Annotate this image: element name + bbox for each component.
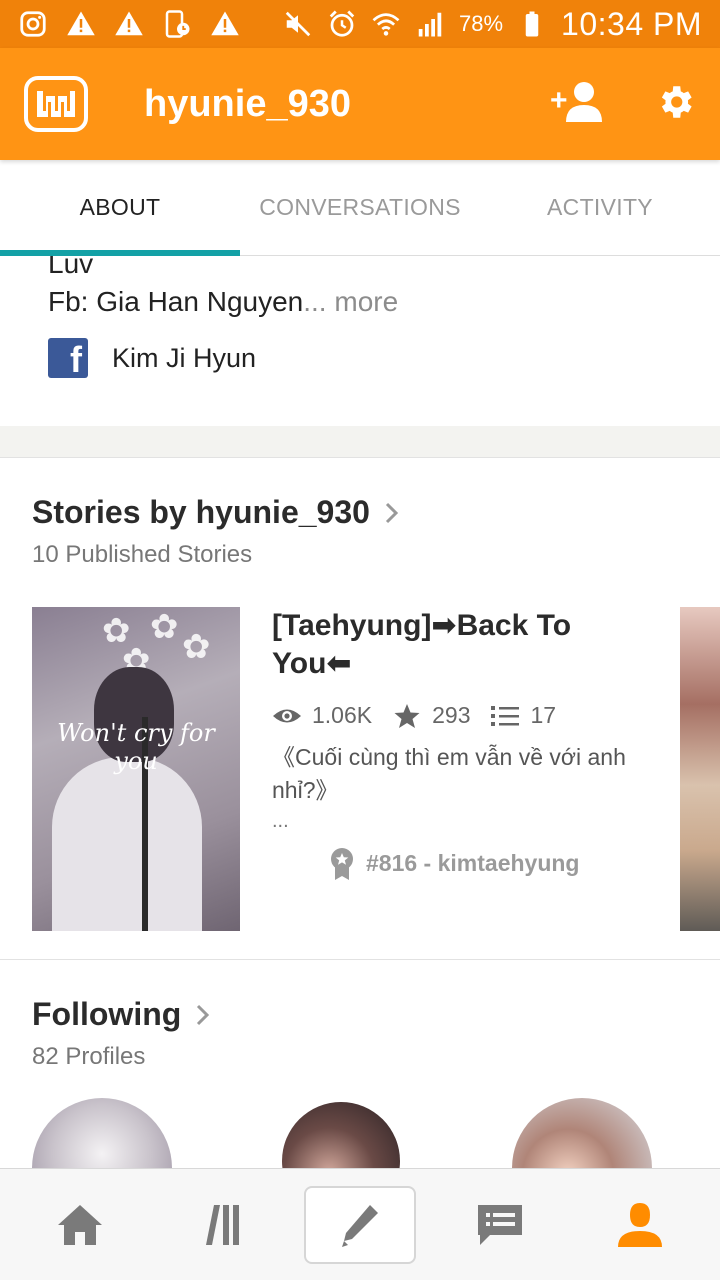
section-divider (0, 426, 720, 458)
settings-gear-icon[interactable] (654, 81, 696, 128)
nav-profile[interactable] (584, 1186, 696, 1264)
eye-icon (273, 709, 301, 722)
battery-percent: 78% (458, 11, 504, 36)
profile-content[interactable]: Luv Fb: Gia Han Nguyen... more f Kim Ji … (0, 256, 720, 1168)
chevron-right-icon (197, 1004, 210, 1025)
story-cover[interactable]: ✿ ✿ ✿ ✿ Won't cry for you (32, 607, 240, 931)
warning-icon (66, 9, 96, 39)
status-bar: 78% 10:34 PM (0, 0, 720, 48)
following-avatar[interactable] (512, 1098, 652, 1168)
bio-more-link[interactable]: ... more (303, 286, 398, 317)
svg-text:+: + (550, 84, 568, 117)
stories-heading-link[interactable]: Stories by hyunie_930 (32, 458, 720, 531)
stories-count: 10 Published Stories (32, 541, 253, 568)
parts-count: 17 (530, 702, 557, 728)
signal-icon (415, 9, 445, 39)
flower-decoration: ✿ (182, 628, 211, 666)
profile-username: hyunie_930 (144, 82, 351, 125)
tab-activity[interactable]: ACTIVITY (480, 160, 720, 255)
story-card[interactable]: ✿ ✿ ✿ ✿ Won't cry for you [Taehyung]➡Bac… (32, 569, 720, 959)
profile-tabs: ABOUT CONVERSATIONS ACTIVITY (0, 160, 720, 256)
warning-icon (114, 9, 144, 39)
wattpad-logo[interactable] (24, 76, 88, 132)
stories-section: Stories by hyunie_930 10 Published Stori… (0, 458, 720, 960)
message-icon (478, 1204, 522, 1245)
story-description-ellipsis: ... (272, 809, 289, 832)
stories-heading: Stories by hyunie_930 (32, 494, 370, 530)
instagram-icon (18, 9, 48, 39)
following-avatar[interactable] (282, 1102, 400, 1168)
library-icon (206, 1204, 239, 1245)
reads-count: 1.06K (312, 702, 373, 728)
facebook-link[interactable]: f Kim Ji Hyun (48, 338, 256, 378)
star-icon (394, 703, 420, 728)
follow-user-button[interactable]: + (550, 78, 606, 131)
nav-home[interactable] (24, 1186, 136, 1264)
bio-line: Fb: Gia Han Nguyen (48, 286, 304, 317)
chevron-right-icon (385, 502, 399, 523)
warning-icon (210, 9, 240, 39)
following-heading: Following (32, 996, 182, 1032)
story-title[interactable]: [Taehyung]➡Back To You⬅ (272, 607, 652, 682)
story-stats: 1.06K 293 17 (272, 702, 652, 729)
story-rank: #816 - kimtaehyung (328, 847, 652, 881)
following-section: Following 82 Profiles (0, 960, 720, 1168)
following-heading-link[interactable]: Following (32, 960, 720, 1033)
parts-stat: 17 (490, 702, 556, 729)
wifi-icon (371, 9, 401, 39)
nav-library[interactable] (164, 1186, 276, 1264)
nav-write[interactable] (304, 1185, 416, 1264)
mute-icon (283, 9, 313, 39)
story-description: 《Cuối cùng thì em vẫn về với anh nhỉ?》 (272, 744, 626, 804)
bio-text: Fb: Gia Han Nguyen... more (48, 286, 398, 318)
tab-conversations[interactable]: CONVERSATIONS (240, 160, 480, 255)
about-section: Luv Fb: Gia Han Nguyen... more f Kim Ji … (0, 256, 720, 426)
tab-about[interactable]: ABOUT (0, 160, 240, 256)
profile-icon (618, 1202, 662, 1247)
next-story-cover[interactable] (680, 607, 720, 931)
ribbon-badge-icon (331, 847, 353, 880)
device-clock-icon (162, 9, 192, 39)
bio-text-cut: Luv (48, 256, 94, 279)
following-avatar[interactable] (32, 1098, 172, 1168)
following-count: 82 Profiles (32, 1043, 146, 1070)
facebook-icon: f (48, 338, 88, 378)
bottom-navigation (0, 1168, 720, 1280)
rank-label: #816 - kimtaehyung (366, 850, 580, 877)
alarm-icon (327, 9, 357, 39)
votes-stat: 293 (392, 702, 470, 729)
cover-text: Won't cry for you (57, 719, 215, 775)
flower-decoration: ✿ (150, 608, 179, 646)
list-icon (491, 705, 520, 726)
story-info: [Taehyung]➡Back To You⬅ 1.06K 293 17 《Cu… (272, 607, 652, 881)
clock: 10:34 PM (561, 5, 702, 42)
home-icon (58, 1204, 102, 1245)
reads-stat: 1.06K (272, 702, 372, 729)
votes-count: 293 (432, 702, 471, 728)
cover-figure (52, 757, 202, 931)
nav-messages[interactable] (444, 1186, 556, 1264)
battery-icon (517, 9, 547, 39)
facebook-name: Kim Ji Hyun (112, 342, 257, 373)
app-bar: hyunie_930 + (0, 48, 720, 160)
pencil-icon (342, 1204, 378, 1247)
